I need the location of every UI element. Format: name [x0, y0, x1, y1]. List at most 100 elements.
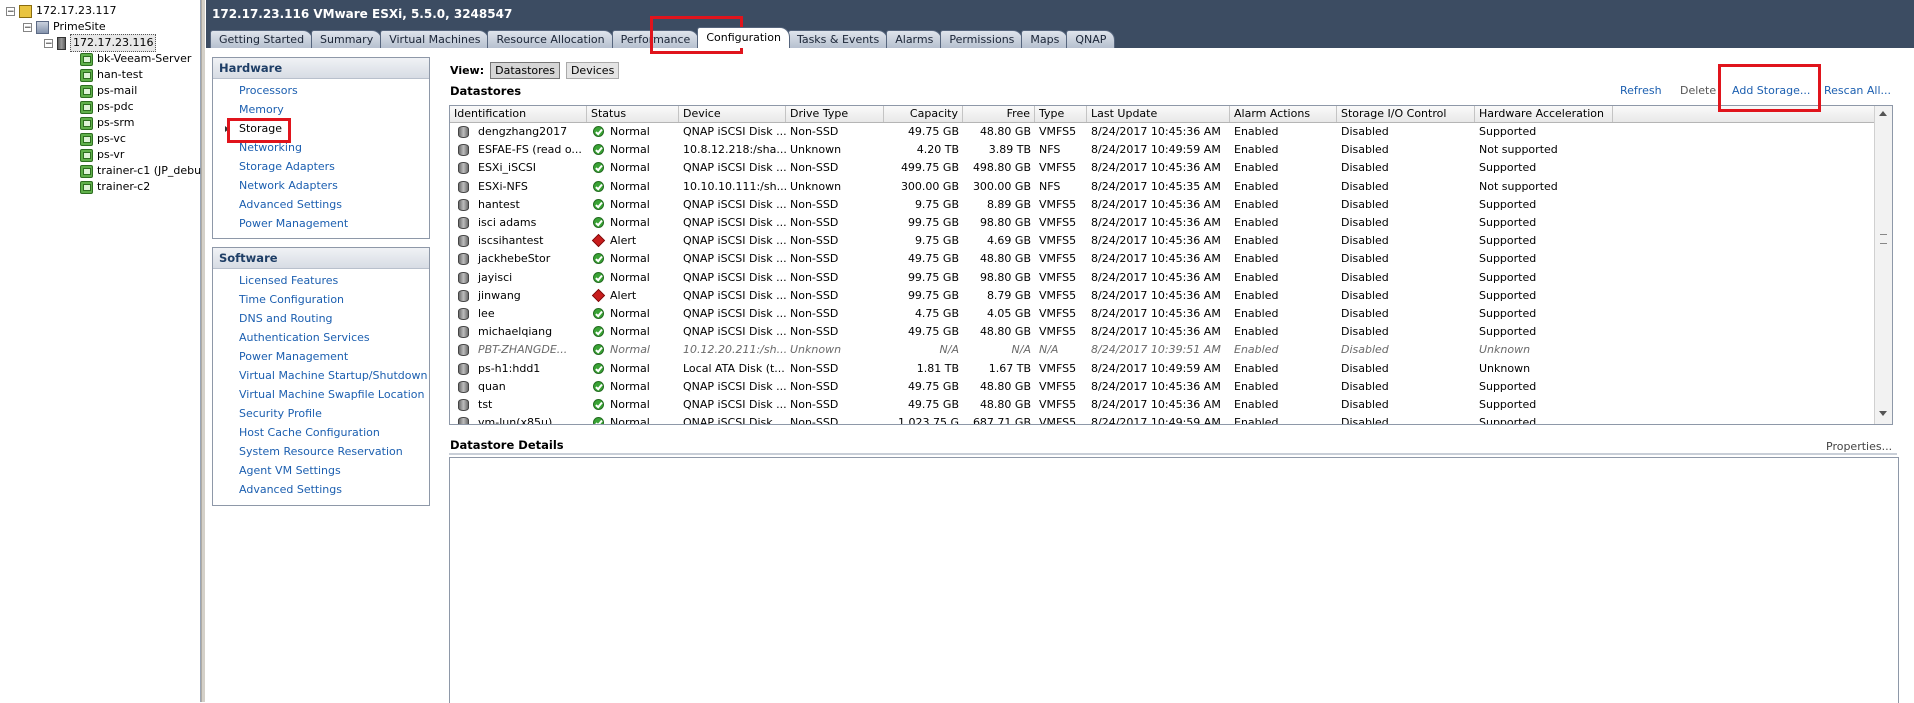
cell-drive: Unknown	[790, 343, 842, 357]
cell-sioc: Disabled	[1341, 125, 1389, 138]
tab-resource-allocation[interactable]: Resource Allocation	[487, 30, 614, 48]
ok-icon	[593, 271, 604, 283]
view-datastores-button[interactable]: Datastores	[490, 61, 560, 79]
tab-tasks-events[interactable]: Tasks & Events	[787, 30, 889, 48]
software-item-security-profile[interactable]: Security Profile	[239, 406, 322, 422]
cell-updated: 8/24/2017 10:45:36 AM	[1091, 216, 1221, 229]
table-row[interactable]: lee Normal QNAP iSCSI Disk ... Non-SSD 4.75 …	[450, 305, 1874, 323]
tree-node-vm[interactable]: bk-Veeam-Server	[80, 51, 191, 67]
tab-getting-started[interactable]: Getting Started	[210, 30, 314, 48]
software-item-virtual-machine-startup-shutdown[interactable]: Virtual Machine Startup/Shutdown	[239, 368, 427, 384]
column-header[interactable]: Free	[963, 106, 1035, 122]
column-header[interactable]: Alarm Actions	[1230, 106, 1337, 122]
collapse-icon[interactable]: −	[23, 22, 32, 32]
table-row[interactable]: tst Normal QNAP iSCSI Disk ... Non-SSD 49.75…	[450, 396, 1874, 414]
software-item-virtual-machine-swapfile-location[interactable]: Virtual Machine Swapfile Location	[239, 387, 424, 403]
software-item-dns-and-routing[interactable]: DNS and Routing	[239, 311, 333, 327]
hardware-item-network-adapters[interactable]: Network Adapters	[239, 178, 338, 194]
table-row[interactable]: ESFAE-FS (read o... Normal 10.8.12.218:/sh…	[450, 141, 1874, 159]
add-storage-link[interactable]: Add Storage...	[1732, 84, 1810, 98]
column-header[interactable]: Status	[587, 106, 679, 122]
table-row[interactable]: jackhebeStor Normal QNAP iSCSI Disk ... Non…	[450, 250, 1874, 268]
table-row[interactable]: iscsihantest Alert QNAP iSCSI Disk ... Non-…	[450, 232, 1874, 250]
tab-virtual-machines[interactable]: Virtual Machines	[380, 30, 490, 48]
column-header[interactable]: Last Update	[1087, 106, 1230, 122]
cell-type: VMFS5	[1039, 197, 1077, 211]
tree-node-vm[interactable]: han-test	[80, 67, 143, 83]
tab-alarms[interactable]: Alarms	[886, 30, 943, 48]
table-row[interactable]: ESXi-NFS Normal 10.10.10.111:/sh... Unknown…	[450, 178, 1874, 196]
software-item-host-cache-configuration[interactable]: Host Cache Configuration	[239, 425, 380, 441]
software-item-advanced-settings[interactable]: Advanced Settings	[239, 482, 342, 498]
tree-node-vm[interactable]: ps-vr	[80, 147, 124, 163]
ok-icon	[593, 417, 604, 424]
hardware-item-networking[interactable]: Networking	[239, 140, 302, 156]
column-header[interactable]: Identification	[450, 106, 587, 122]
tab-performance[interactable]: Performance	[611, 30, 700, 48]
table-row[interactable]: isci adams Normal QNAP iSCSI Disk ... Non-S…	[450, 214, 1874, 232]
hardware-item-power-management[interactable]: Power Management	[239, 216, 348, 232]
view-devices-button[interactable]: Devices	[565, 61, 620, 79]
hardware-item-memory[interactable]: Memory	[239, 102, 284, 118]
tree-node-site[interactable]: − PrimeSite	[23, 19, 106, 35]
tree-node-vm[interactable]: ps-mail	[80, 83, 137, 99]
table-row[interactable]: ESXi_iSCSI Normal QNAP iSCSI Disk ... Non-S…	[450, 159, 1874, 177]
vertical-scrollbar[interactable]	[1874, 106, 1892, 424]
column-header[interactable]: Storage I/O Control	[1337, 106, 1475, 122]
refresh-link[interactable]: Refresh	[1620, 84, 1662, 98]
hardware-item-processors[interactable]: Processors	[239, 83, 298, 99]
software-item-time-configuration[interactable]: Time Configuration	[239, 292, 344, 308]
collapse-icon[interactable]: −	[6, 6, 15, 16]
pane-splitter[interactable]	[201, 0, 205, 702]
cell-hwaccel: Unknown	[1479, 343, 1531, 357]
cell-free: 48.80 GB	[979, 379, 1031, 393]
table-row[interactable]: jayisci Normal QNAP iSCSI Disk ... Non-SSD 9…	[450, 269, 1874, 287]
table-row[interactable]: ps-h1:hdd1 Normal Local ATA Disk (t... Non-…	[450, 360, 1874, 378]
software-item-licensed-features[interactable]: Licensed Features	[239, 273, 338, 289]
tree-node-host[interactable]: − 172.17.23.116	[44, 34, 157, 52]
delete-link[interactable]: Delete	[1680, 84, 1716, 98]
cell-free: 300.00 GB	[972, 179, 1031, 193]
tab-configuration[interactable]: Configuration	[697, 27, 790, 48]
column-header[interactable]: Device	[679, 106, 786, 122]
hardware-item-advanced-settings[interactable]: Advanced Settings	[239, 197, 342, 213]
status-text: Normal	[610, 270, 650, 284]
datastore-icon	[458, 380, 469, 393]
vm-icon	[80, 100, 93, 114]
column-header[interactable]: Drive Type	[786, 106, 884, 122]
table-row[interactable]: vm-lun(x85u) Normal QNAP iSCSI Disk ... Non…	[450, 414, 1874, 424]
collapse-icon[interactable]: −	[44, 38, 53, 48]
tree-node-datacenter[interactable]: − 172.17.23.117	[6, 3, 116, 19]
table-row[interactable]: jinwang Alert QNAP iSCSI Disk ... Non-SSD 99…	[450, 287, 1874, 305]
column-header[interactable]: Type	[1035, 106, 1087, 122]
table-row[interactable]: dengzhang2017 Normal QNAP iSCSI Disk ... No…	[450, 123, 1874, 141]
rescan-all-link[interactable]: Rescan All...	[1824, 84, 1891, 98]
table-row[interactable]: michaelqiang Normal QNAP iSCSI Disk ... Non…	[450, 323, 1874, 341]
table-row[interactable]: quan Normal QNAP iSCSI Disk ... Non-SSD 49.7…	[450, 378, 1874, 396]
column-header[interactable]: Capacity	[884, 106, 963, 122]
tab-permissions[interactable]: Permissions	[940, 30, 1024, 48]
tab-qnap[interactable]: QNAP	[1066, 30, 1116, 48]
software-item-power-management[interactable]: Power Management	[239, 349, 348, 365]
software-item-agent-vm-settings[interactable]: Agent VM Settings	[239, 463, 341, 479]
column-header[interactable]: Hardware Acceleration	[1475, 106, 1613, 122]
tree-node-vm[interactable]: ps-vc	[80, 131, 126, 147]
tree-node-vm[interactable]: ps-pdc	[80, 99, 134, 115]
tree-node-vm[interactable]: trainer-c2	[80, 179, 150, 195]
scroll-grip-icon[interactable]	[1880, 234, 1887, 244]
scroll-down-icon[interactable]	[1879, 411, 1887, 416]
tab-maps[interactable]: Maps	[1021, 30, 1069, 48]
scroll-up-icon[interactable]	[1879, 111, 1887, 116]
tab-summary[interactable]: Summary	[311, 30, 383, 48]
software-item-authentication-services[interactable]: Authentication Services	[239, 330, 370, 346]
tree-node-vm[interactable]: trainer-c1 (JP_debu	[80, 163, 201, 179]
tree-node-vm[interactable]: ps-srm	[80, 115, 134, 131]
hardware-item-storage-adapters[interactable]: Storage Adapters	[239, 159, 335, 175]
cell-hwaccel: Supported	[1479, 398, 1537, 411]
cell-device: QNAP iSCSI Disk ...	[683, 307, 786, 320]
table-row[interactable]: hantest Normal QNAP iSCSI Disk ... Non-SSD 9…	[450, 196, 1874, 214]
software-item-system-resource-reservation[interactable]: System Resource Reservation	[239, 444, 403, 460]
table-row[interactable]: PBT-ZHANGDE... Normal 10.12.20.211:/sh... U…	[450, 341, 1874, 359]
hardware-item-storage[interactable]: Storage	[239, 121, 282, 137]
properties-link[interactable]: Properties...	[1826, 440, 1892, 454]
